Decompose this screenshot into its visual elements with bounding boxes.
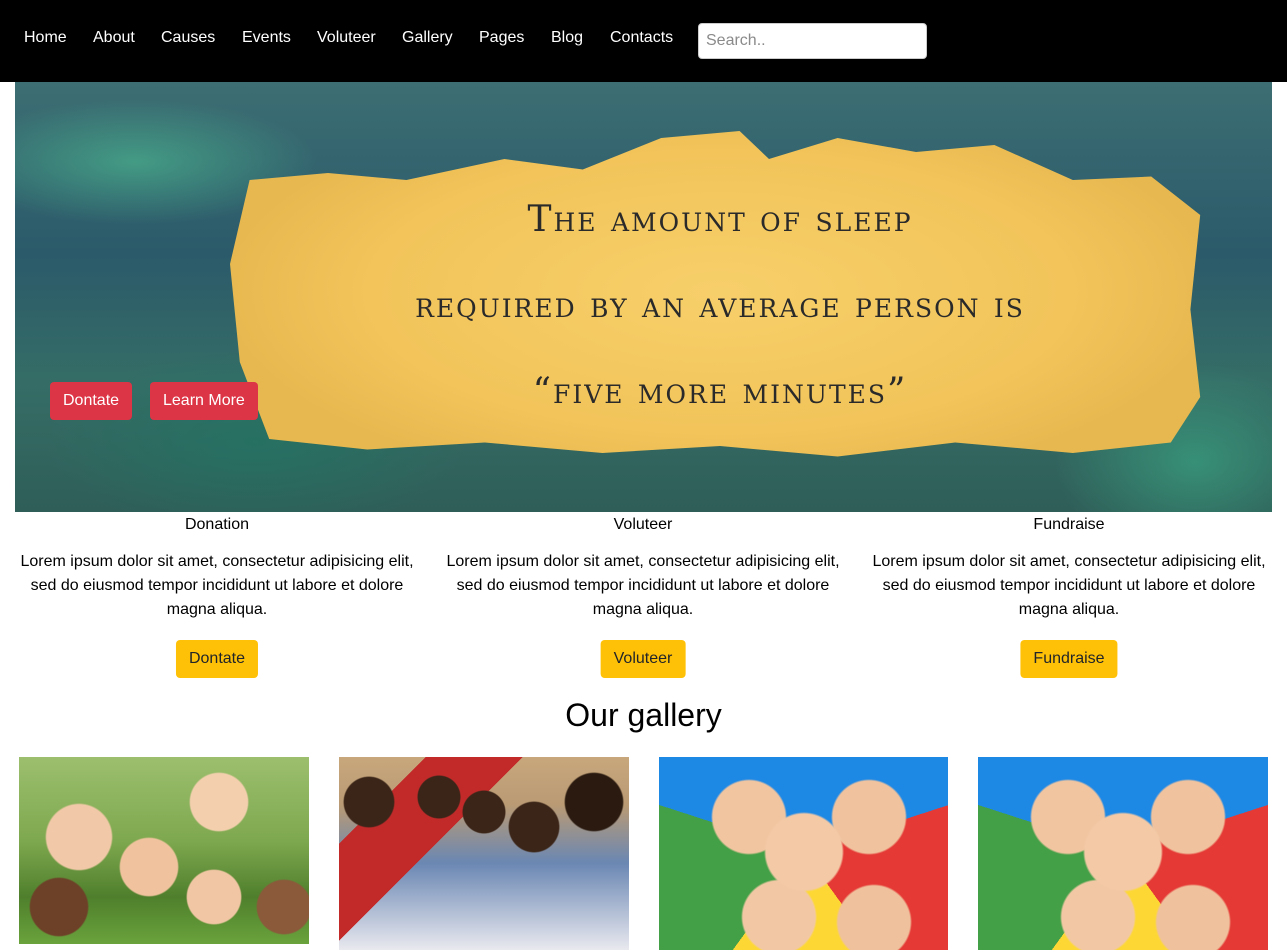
feature-fundraise: Fundraise Lorem ipsum dolor sit amet, co… <box>864 512 1274 678</box>
hero-quote: The amount of sleep required by an avera… <box>230 177 1210 435</box>
nav-link-pages[interactable]: Pages <box>479 28 524 47</box>
hero-banner: The amount of sleep required by an avera… <box>15 82 1272 512</box>
feature-title: Donation <box>184 516 250 533</box>
feature-donation: Donation Lorem ipsum dolor sit amet, con… <box>12 512 422 678</box>
feature-title: Fundraise <box>1033 516 1105 533</box>
hero-learn-more-button[interactable]: Learn More <box>150 382 258 420</box>
nav-link-contacts[interactable]: Contacts <box>610 28 673 47</box>
feature-title: Voluteer <box>613 516 673 533</box>
top-navbar: Home About Causes Events Voluteer Galler… <box>0 0 1287 82</box>
nav-link-about[interactable]: About <box>93 28 135 47</box>
gallery-image-1[interactable] <box>19 757 309 944</box>
hero-quote-line-2: required by an average person is <box>415 285 1025 326</box>
hero-quote-line-3: “five more minutes” <box>532 371 908 412</box>
nav-link-blog[interactable]: Blog <box>551 28 583 47</box>
fundraise-button[interactable]: Fundraise <box>1020 640 1118 678</box>
gallery-heading: Our gallery <box>565 697 722 733</box>
feature-text: Lorem ipsum dolor sit amet, consectetur … <box>446 553 840 618</box>
gallery-image-3[interactable] <box>659 757 948 950</box>
nav-link-gallery[interactable]: Gallery <box>402 28 453 47</box>
nav-link-events[interactable]: Events <box>242 28 291 47</box>
gallery-image-2[interactable] <box>339 757 629 950</box>
nav-link-home[interactable]: Home <box>24 28 67 47</box>
search-input[interactable] <box>698 23 927 59</box>
nav-link-causes[interactable]: Causes <box>161 28 215 47</box>
feature-text: Lorem ipsum dolor sit amet, consectetur … <box>872 553 1266 618</box>
gallery-image-4[interactable] <box>978 757 1268 950</box>
feature-volunteer: Voluteer Lorem ipsum dolor sit amet, con… <box>438 512 848 678</box>
volunteer-button[interactable]: Voluteer <box>600 640 686 678</box>
hero-donate-button[interactable]: Dontate <box>50 382 133 420</box>
donate-button[interactable]: Dontate <box>175 640 259 678</box>
hero-quote-line-1: The amount of sleep <box>527 199 913 240</box>
feature-text: Lorem ipsum dolor sit amet, consectetur … <box>20 553 414 618</box>
nav-link-volunteer[interactable]: Voluteer <box>317 28 376 47</box>
